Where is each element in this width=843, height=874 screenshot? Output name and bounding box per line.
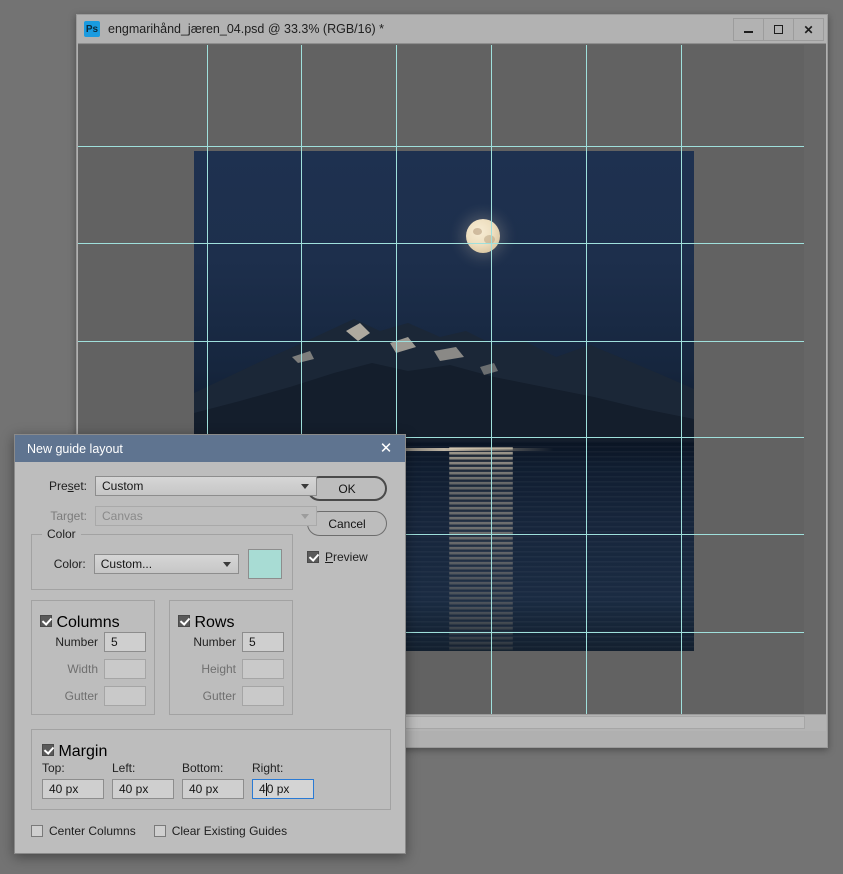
margin-right-value-after: 0 px [266, 782, 290, 796]
clear-existing-guides-label: Clear Existing Guides [171, 824, 288, 838]
mountain-range [194, 319, 694, 441]
center-columns-option[interactable]: Center Columns [31, 824, 136, 838]
clear-existing-guides-checkbox[interactable] [153, 825, 166, 837]
columns-group-legend[interactable]: Columns [40, 614, 146, 632]
margin-group: Margin Top: Left: Bottom: Right: 40 px 4… [31, 729, 391, 810]
dialog-actions: OK Cancel Preview [307, 476, 389, 564]
center-columns-label: Center Columns [49, 824, 136, 838]
margin-checkbox[interactable] [42, 744, 54, 756]
margin-top-label: Top: [42, 761, 65, 775]
target-select: Canvas [95, 506, 317, 526]
color-swatch[interactable] [247, 549, 282, 579]
window-controls: ✕ [733, 18, 824, 41]
new-guide-layout-dialog: New guide layout ✕ OK Cancel Preview Pre… [14, 434, 406, 854]
window-title: engmarihånd_jæren_04.psd @ 33.3% (RGB/16… [108, 22, 385, 36]
rows-gutter-input [242, 686, 284, 706]
color-group-legend: Color [42, 527, 81, 541]
clear-existing-guides-option[interactable]: Clear Existing Guides [153, 824, 288, 838]
margin-group-legend[interactable]: Margin [42, 743, 380, 761]
target-label: Target: [50, 509, 87, 523]
cancel-button[interactable]: Cancel [307, 511, 387, 536]
margin-right-input[interactable]: 40 px [252, 779, 314, 799]
photoshop-icon: Ps [84, 21, 100, 37]
maximize-button[interactable] [763, 18, 794, 41]
rows-height-label: Height [201, 662, 236, 676]
columns-label: Columns [56, 614, 120, 631]
rows-gutter-label: Gutter [202, 689, 236, 703]
color-label: Color: [53, 557, 86, 571]
margin-bottom-input[interactable]: 40 px [182, 779, 244, 799]
target-value: Canvas [102, 509, 143, 523]
close-button[interactable]: ✕ [793, 18, 824, 41]
margin-bottom-label: Bottom: [182, 761, 224, 775]
rows-label: Rows [194, 614, 235, 631]
minimize-button[interactable] [733, 18, 764, 41]
horizontal-guide [78, 146, 804, 147]
dialog-body: OK Cancel Preview Preset: Custom Target:… [15, 462, 405, 852]
columns-number-label: Number [55, 635, 98, 649]
margin-left-label: Left: [112, 761, 136, 775]
columns-checkbox[interactable] [40, 615, 52, 627]
color-value: Custom... [100, 557, 153, 571]
dialog-close-icon[interactable]: ✕ [375, 438, 397, 460]
preset-row: Preset: Custom [31, 476, 317, 496]
columns-number-input[interactable]: 5 [104, 632, 146, 652]
dialog-titlebar[interactable]: New guide layout ✕ [15, 435, 405, 462]
columns-number-row: Number 5 [40, 632, 146, 652]
rows-group-legend[interactable]: Rows [178, 614, 284, 632]
chevron-down-icon [222, 562, 231, 567]
rows-number-label: Number [193, 635, 236, 649]
margin-left-input[interactable]: 40 px [112, 779, 174, 799]
rows-height-input [242, 659, 284, 679]
rows-group: Rows Number 5 Height Gutter [169, 600, 293, 715]
columns-width-label: Width [67, 662, 98, 676]
chevron-down-icon [301, 484, 309, 489]
preview-checkbox-row[interactable]: Preview [307, 550, 389, 564]
target-row: Target: Canvas [31, 506, 317, 526]
margin-right-value-before: 4 [259, 782, 266, 796]
columns-rows-container: Columns Number 5 Width Gutter Rows Numbe… [31, 600, 293, 715]
columns-gutter-row: Gutter [40, 686, 146, 706]
margin-label: Margin [58, 743, 108, 760]
preview-checkbox[interactable] [307, 551, 319, 563]
minimize-icon [744, 31, 753, 33]
color-group: Color Color: Custom... [31, 527, 293, 590]
margin-fields: 40 px 40 px 40 px 40 px [42, 779, 380, 799]
moon [466, 219, 500, 253]
preset-value: Custom [102, 479, 144, 493]
columns-width-input [104, 659, 146, 679]
window-titlebar[interactable]: Ps engmarihånd_jæren_04.psd @ 33.3% (RGB… [77, 15, 827, 43]
close-icon: ✕ [803, 22, 814, 37]
rows-gutter-row: Gutter [178, 686, 284, 706]
color-row: Color: Custom... [42, 549, 282, 579]
columns-gutter-input [104, 686, 146, 706]
rows-checkbox[interactable] [178, 615, 190, 627]
margin-labels: Top: Left: Bottom: Right: [42, 761, 380, 775]
maximize-icon [774, 25, 783, 34]
center-columns-checkbox[interactable] [31, 825, 43, 837]
rows-height-row: Height [178, 659, 284, 679]
columns-group: Columns Number 5 Width Gutter [31, 600, 155, 715]
chevron-down-icon [301, 514, 309, 519]
rows-number-input[interactable]: 5 [242, 632, 284, 652]
preset-select[interactable]: Custom [95, 476, 317, 496]
columns-gutter-label: Gutter [64, 689, 98, 703]
ok-button[interactable]: OK [307, 476, 387, 501]
color-select[interactable]: Custom... [93, 554, 239, 574]
preset-label: Preset: [48, 479, 87, 493]
preview-label: Preview [325, 550, 368, 564]
desktop-background: Ps engmarihånd_jæren_04.psd @ 33.3% (RGB… [0, 0, 843, 874]
dialog-options: Center Columns Clear Existing Guides [31, 824, 389, 838]
rows-number-row: Number 5 [178, 632, 284, 652]
dialog-title: New guide layout [27, 441, 123, 456]
margin-top-input[interactable]: 40 px [42, 779, 104, 799]
columns-width-row: Width [40, 659, 146, 679]
margin-right-label: Right: [252, 761, 284, 775]
